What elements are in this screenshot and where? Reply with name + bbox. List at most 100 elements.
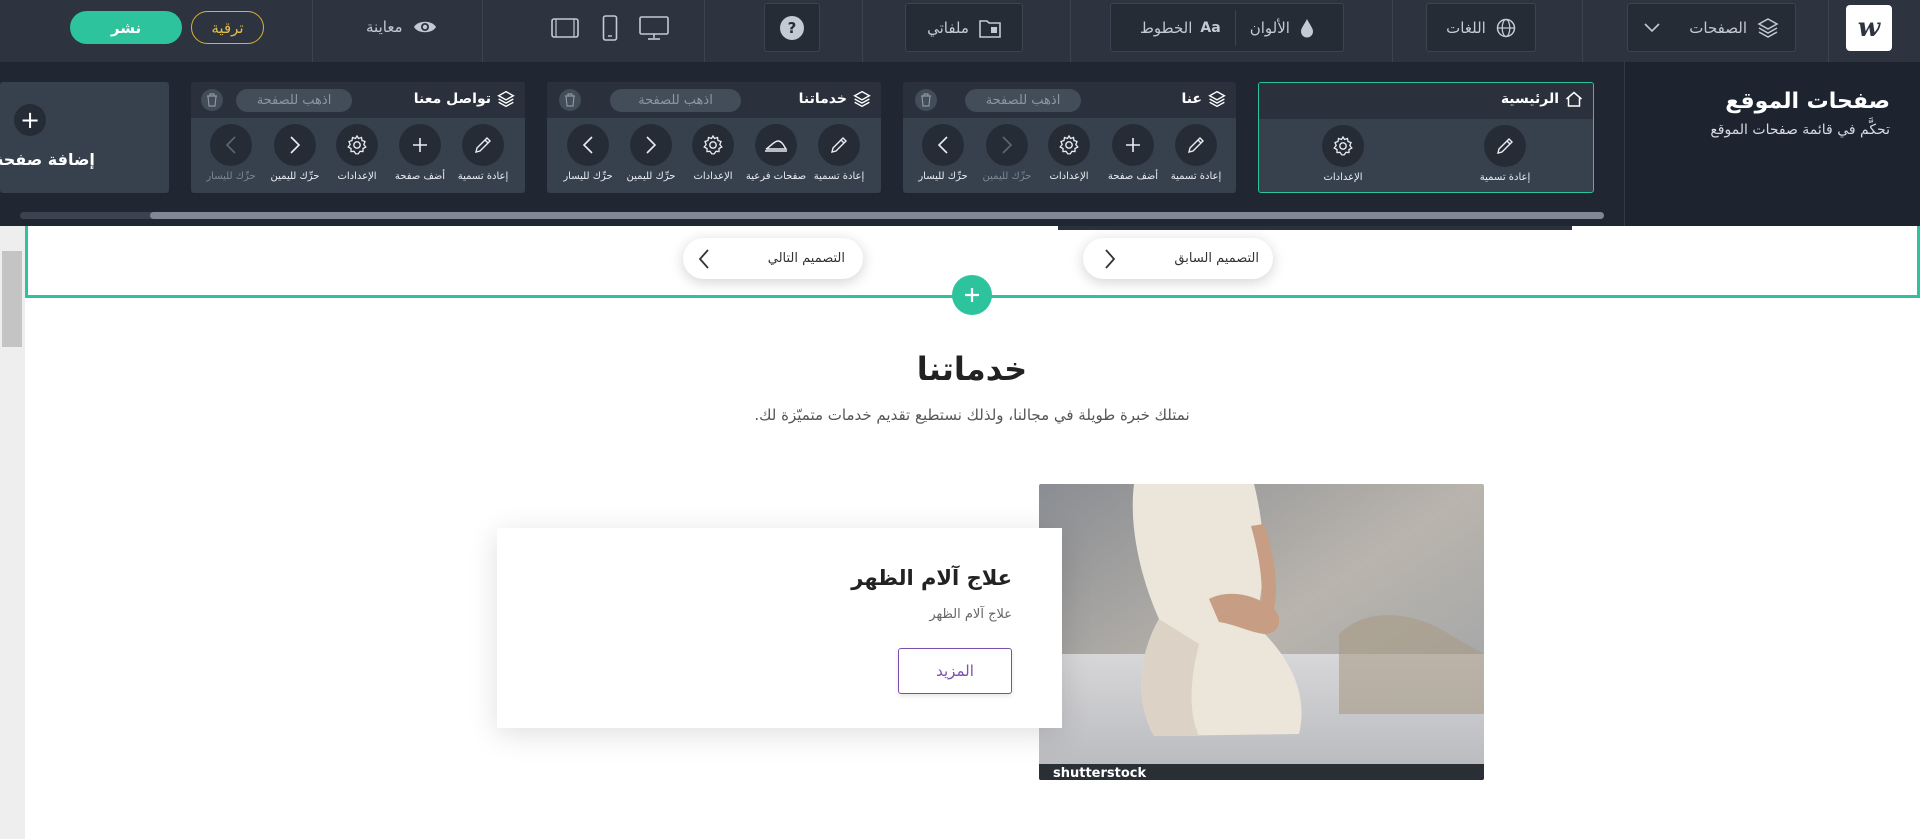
toolbar-divider xyxy=(1582,0,1583,62)
folder-icon xyxy=(979,19,1001,38)
service-description: علاج آلام الظهر xyxy=(929,607,1012,622)
trash-icon xyxy=(921,93,931,107)
fonts-icon: Aa xyxy=(1200,19,1221,36)
chevron-left-icon xyxy=(225,136,236,154)
rename-page-button[interactable]: إعادة تسمية xyxy=(1473,125,1537,183)
back-pain-photo: shutterstock xyxy=(1039,484,1484,780)
move-right-button[interactable]: حرِّك لليمين xyxy=(263,124,327,182)
move-left-circle xyxy=(210,124,252,166)
rename-page-button[interactable]: إعادة تسمية xyxy=(807,124,871,182)
droplet-icon xyxy=(1300,18,1313,37)
site-logo[interactable]: w xyxy=(1846,5,1892,51)
move-left-button[interactable]: حرِّك لليسار xyxy=(199,124,263,182)
go-to-page-button[interactable]: اذهب للصفحة xyxy=(610,89,741,112)
page-settings-button[interactable]: الإعدادات xyxy=(325,124,389,182)
rename-page-button[interactable]: إعادة تسمية xyxy=(1164,124,1228,182)
page-card-about[interactable]: عنا اذهب للصفحة إعادة تسمية أضف صفحة الإ… xyxy=(903,82,1236,193)
plus-icon xyxy=(1126,138,1140,152)
service-card: علاج آلام الظهر علاج آلام الظهر المزيد xyxy=(497,528,1062,728)
horizontal-scrollbar-thumb[interactable] xyxy=(150,212,1604,219)
plus-icon xyxy=(965,288,979,302)
page-card-title: عنا xyxy=(1181,90,1226,108)
toolbar-divider xyxy=(1070,0,1071,62)
action-label: إعادة تسمية xyxy=(813,171,865,182)
page-card-header: تواصل معنا اذهب للصفحة xyxy=(191,82,525,118)
layers-icon xyxy=(497,90,515,108)
page-card-home[interactable]: الرئيسية إعادة تسمية الإعدادات xyxy=(1258,82,1594,193)
move-left-button[interactable]: حرِّك لليسار xyxy=(911,124,975,182)
pages-menu-label-group: الصفحات xyxy=(1689,17,1779,39)
pages-menu-button[interactable]: الصفحات xyxy=(1627,3,1796,52)
chevron-right-icon xyxy=(646,136,657,154)
action-label: الإعدادات xyxy=(693,171,733,182)
next-design-label: التصميم التالي xyxy=(767,251,845,266)
chevron-right-icon xyxy=(290,136,301,154)
page-settings-button[interactable]: الإعدادات xyxy=(1037,124,1101,182)
previous-design-label: التصميم السابق xyxy=(1174,251,1259,266)
panel-title: صفحات الموقع xyxy=(1725,89,1890,114)
move-left-circle xyxy=(567,124,609,166)
page-settings-button[interactable]: الإعدادات xyxy=(681,124,745,182)
chevron-left-icon xyxy=(698,248,709,269)
preview-button[interactable]: معاينة xyxy=(366,13,437,41)
plus-icon: + xyxy=(14,104,46,136)
page-name: عنا xyxy=(1181,91,1202,107)
mobile-view-button[interactable] xyxy=(594,14,626,42)
move-left-button[interactable]: حرِّك لليسار xyxy=(556,124,620,182)
action-label: حرِّك لليمين xyxy=(270,171,320,182)
subpages-button[interactable]: صفحات فرعية xyxy=(744,124,808,182)
delete-page-button[interactable] xyxy=(559,89,581,111)
next-design-button[interactable]: التصميم التالي xyxy=(683,238,863,279)
rename-circle xyxy=(818,124,860,166)
page-settings-button[interactable]: الإعدادات xyxy=(1311,125,1375,183)
desktop-view-button[interactable] xyxy=(638,14,670,42)
watermark-text: shutterstock xyxy=(1053,766,1146,780)
vertical-scrollbar-thumb[interactable] xyxy=(2,251,22,347)
page-actions: إعادة تسمية صفحات فرعية الإعدادات حرِّك … xyxy=(547,124,881,190)
pencil-icon xyxy=(1188,137,1204,153)
action-label: حرِّك لليمين xyxy=(626,171,676,182)
pages-panel-header: صفحات الموقع تحكَّم في قائمة صفحات الموق… xyxy=(1624,62,1920,226)
add-page-button[interactable]: أضف صفحة xyxy=(1101,124,1165,182)
go-to-page-button[interactable]: اذهب للصفحة xyxy=(236,89,352,112)
fonts-button[interactable]: الخطوط Aa xyxy=(1126,19,1235,37)
rename-circle xyxy=(1484,125,1526,167)
move-right-button[interactable]: حرِّك لليمين xyxy=(975,124,1039,182)
add-page-card[interactable]: + إضافة صفحة xyxy=(0,82,169,193)
layers-icon xyxy=(1757,17,1779,38)
upgrade-button[interactable]: ترقية xyxy=(191,11,264,44)
page-card-contact[interactable]: تواصل معنا اذهب للصفحة إعادة تسمية أضف ص… xyxy=(191,82,525,193)
service-image[interactable]: shutterstock xyxy=(1039,484,1484,780)
colors-button[interactable]: الألوان xyxy=(1236,18,1328,38)
add-circle xyxy=(399,124,441,166)
more-button[interactable]: المزيد xyxy=(898,648,1012,694)
page-card-services[interactable]: خدماتنا اذهب للصفحة إعادة تسمية صفحات فر… xyxy=(547,82,881,193)
add-page-button[interactable]: أضف صفحة xyxy=(388,124,452,182)
layers-icon xyxy=(853,90,871,108)
toolbar-divider xyxy=(704,0,705,62)
action-label: حرِّك لليسار xyxy=(563,171,613,182)
action-label: صفحات فرعية xyxy=(745,171,807,182)
publish-button[interactable]: نشر xyxy=(70,11,182,44)
service-title: علاج آلام الظهر xyxy=(851,566,1012,590)
tablet-landscape-view-button[interactable] xyxy=(549,14,581,42)
help-button[interactable]: ? xyxy=(764,3,820,52)
chevron-down-icon xyxy=(1644,22,1660,32)
move-right-button[interactable]: حرِّك لليمين xyxy=(619,124,683,182)
action-label: إعادة تسمية xyxy=(1479,172,1531,183)
add-section-button[interactable] xyxy=(952,275,992,315)
page-name: الرئيسية xyxy=(1500,91,1559,107)
delete-page-button[interactable] xyxy=(915,89,937,111)
go-to-page-button[interactable]: اذهب للصفحة xyxy=(965,89,1081,112)
previous-design-button[interactable]: التصميم السابق xyxy=(1083,238,1273,279)
toolbar-divider xyxy=(312,0,313,62)
languages-button[interactable]: اللغات xyxy=(1426,3,1536,52)
my-files-button[interactable]: ملفاتي xyxy=(905,3,1023,52)
rename-page-button[interactable]: إعادة تسمية xyxy=(451,124,515,182)
section-top-strip xyxy=(1058,226,1572,230)
action-label: الإعدادات xyxy=(1049,171,1089,182)
action-label: حرِّك لليسار xyxy=(206,171,256,182)
page-card-header: عنا اذهب للصفحة xyxy=(903,82,1236,118)
toolbar-divider xyxy=(1392,0,1393,62)
delete-page-button[interactable] xyxy=(201,89,223,111)
